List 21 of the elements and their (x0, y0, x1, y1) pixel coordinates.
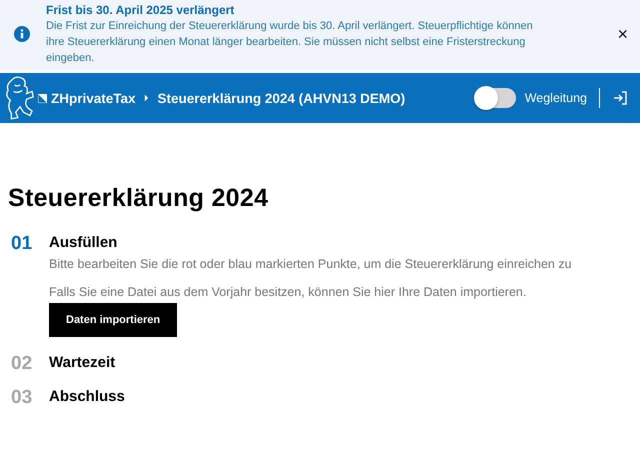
close-button[interactable]: × (617, 25, 628, 43)
step-number: 02 (10, 352, 34, 376)
corner-icon (38, 94, 47, 102)
page-title: Steuererklärung 2024 (8, 184, 270, 213)
info-icon (14, 26, 30, 42)
step-text: Falls Sie eine Datei aus dem Vorjahr besitzen, können Sie hier Ihre Daten importieren. (49, 285, 528, 299)
logout-button[interactable] (612, 90, 628, 106)
step-text: Bitte bearbeiten Sie die rot oder blau markierten Punkte, um die Steuererklärung einreichen zu (49, 257, 572, 271)
import-button[interactable]: Daten importieren (49, 303, 178, 337)
step-number: 03 (10, 386, 34, 410)
guide-label: Wegleitung (524, 91, 587, 105)
step-title: Abschluss (49, 388, 125, 405)
step-title: Wartezeit (49, 354, 116, 371)
step-number: 01 (10, 232, 34, 256)
breadcrumb-link[interactable]: Steuererklärung 2024 (AHVN13 DEMO) (158, 90, 406, 106)
chevron-icon (144, 94, 149, 102)
notice-title: Frist bis 30. April 2025 verlängert (46, 4, 236, 16)
breadcrumb-link[interactable]: ZHprivateTax (51, 90, 136, 106)
guide-toggle[interactable] (476, 88, 516, 108)
notice-text: Die Frist zur Einreichung der Steuererklärung wurde bis 30. April verlängert. Steuerpflichtige können ihre Steuererklärung einen Monat länger bearbeiten. Sie müssen nicht selbst eine Fristerstreckung eingeben. (46, 18, 534, 66)
step-title: Ausfüllen (49, 234, 118, 251)
